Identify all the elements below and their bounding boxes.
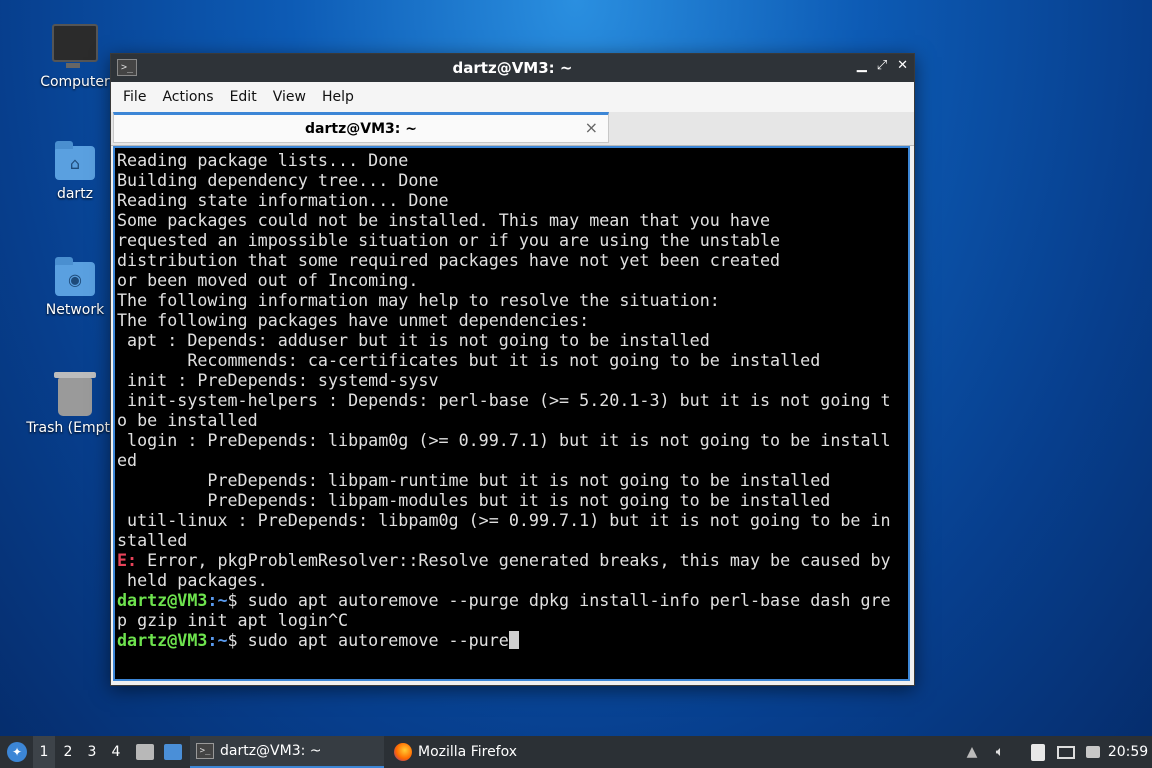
terminal-line: apt : Depends: adduser but it is not goi… — [117, 330, 710, 350]
terminal-line: distribution that some required packages… — [117, 250, 781, 270]
terminal-line: login : PreDepends: libpam0g (>= 0.99.7.… — [117, 430, 891, 450]
trash-icon — [54, 372, 96, 416]
prompt-path: :~ — [207, 590, 228, 610]
prompt-user: dartz@VM3 — [117, 590, 208, 610]
terminal-line: Recommends: ca-certificates but it is no… — [117, 350, 821, 370]
terminal-line: Reading package lists... Done — [117, 150, 409, 170]
taskbar-app-label: dartz@VM3: ~ — [220, 743, 322, 759]
maximize-icon[interactable]: ⤢ — [877, 58, 887, 73]
terminal-line: util-linux : PreDepends: libpam0g (>= 0.… — [117, 510, 891, 530]
desktop-icon — [164, 744, 182, 760]
volume-icon[interactable]: 🔈︎ — [990, 736, 1010, 768]
tray-upload-icon[interactable]: ▲ — [962, 736, 982, 768]
terminal-line: Some packages could not be installed. Th… — [117, 210, 771, 230]
command-input[interactable]: sudo apt autoremove --pure — [238, 630, 509, 650]
terminal-line: PreDepends: libpam-runtime but it is not… — [117, 470, 831, 490]
terminal-line: init : PreDepends: systemd-sysv — [117, 370, 439, 390]
file-manager-icon — [136, 744, 154, 760]
menu-help[interactable]: Help — [314, 89, 362, 105]
terminal-line: ed — [117, 450, 138, 470]
command-line: dartz@VM3:~$ sudo apt autoremove --purge… — [117, 590, 908, 610]
tab-close-icon[interactable]: × — [585, 118, 598, 137]
menu-file[interactable]: File — [115, 89, 154, 105]
taskbar-app-terminal[interactable]: >_ dartz@VM3: ~ — [190, 736, 384, 768]
window-title: dartz@VM3: ~ — [452, 59, 573, 77]
show-desktop-launcher[interactable] — [162, 736, 184, 768]
terminal-line: requested an impossible situation or if … — [117, 230, 781, 250]
taskbar-app-label: Mozilla Firefox — [418, 744, 518, 760]
clock[interactable]: 20:59 — [1108, 736, 1148, 768]
terminal-line: The following information may help to re… — [117, 290, 720, 310]
menu-bar: File Actions Edit View Help — [111, 82, 914, 112]
terminal-line: init-system-helpers : Depends: perl-base… — [117, 390, 891, 410]
window-titlebar[interactable]: >_ dartz@VM3: ~ ▁ ⤢ ✕ — [111, 54, 914, 82]
error-prefix: E: — [117, 550, 138, 570]
workspace-1[interactable]: 1 — [33, 736, 55, 768]
taskbar: ✦ 1 2 3 4 >_ dartz@VM3: ~ Mozilla Firefo… — [0, 736, 1152, 768]
text-cursor — [508, 631, 519, 649]
computer-icon — [52, 24, 98, 68]
app-menu-icon: ✦ — [7, 742, 27, 762]
terminal-line: held packages. — [117, 570, 268, 590]
terminal-output[interactable]: Reading package lists... Done Building d… — [113, 146, 910, 681]
workspace-2[interactable]: 2 — [57, 736, 79, 768]
notifications-icon[interactable] — [1084, 736, 1102, 768]
error-text: Error, pkgProblemResolver::Resolve gener… — [137, 550, 891, 570]
tab-label: dartz@VM3: ~ — [305, 121, 417, 137]
terminal-line: The following packages have unmet depend… — [117, 310, 590, 330]
terminal-line: p gzip init apt login^C — [117, 610, 349, 630]
terminal-line: Reading state information... Done — [117, 190, 449, 210]
prompt-path: :~ — [207, 630, 228, 650]
command-line[interactable]: dartz@VM3:~$ sudo apt autoremove --pure — [117, 630, 908, 650]
prompt-symbol: $ — [227, 630, 238, 650]
clipboard-icon[interactable] — [1028, 736, 1048, 768]
terminal-line: PreDepends: libpam-modules but it is not… — [117, 490, 831, 510]
firefox-icon — [394, 743, 412, 761]
menu-actions[interactable]: Actions — [154, 89, 221, 105]
taskbar-app-firefox[interactable]: Mozilla Firefox — [394, 736, 594, 768]
terminal-window: >_ dartz@VM3: ~ ▁ ⤢ ✕ File Actions Edit … — [110, 53, 915, 686]
network-icon[interactable] — [1055, 736, 1077, 768]
tab-terminal[interactable]: dartz@VM3: ~ × — [113, 112, 609, 143]
error-line: E: Error, pkgProblemResolver::Resolve ge… — [117, 550, 908, 570]
network-folder-icon: ◉ — [55, 257, 95, 296]
tab-bar: dartz@VM3: ~ × — [111, 112, 914, 146]
command-text: sudo apt autoremove --purge dpkg install… — [237, 590, 891, 610]
terminal-line: stalled — [117, 530, 188, 550]
terminal-line: or been moved out of Incoming. — [117, 270, 419, 290]
prompt-symbol: $ — [227, 590, 238, 610]
terminal-line: Building dependency tree... Done — [117, 170, 439, 190]
menu-view[interactable]: View — [265, 89, 314, 105]
workspace-4[interactable]: 4 — [105, 736, 127, 768]
terminal-line: o be installed — [117, 410, 258, 430]
file-manager-launcher[interactable] — [134, 736, 156, 768]
start-menu-button[interactable]: ✦ — [4, 736, 30, 768]
terminal-icon: >_ — [196, 743, 214, 759]
home-folder-icon: ⌂ — [55, 141, 95, 180]
close-icon[interactable]: ✕ — [897, 58, 908, 73]
menu-edit[interactable]: Edit — [222, 89, 265, 105]
workspace-3[interactable]: 3 — [81, 736, 103, 768]
prompt-user: dartz@VM3 — [117, 630, 208, 650]
minimize-icon[interactable]: ▁ — [857, 58, 867, 73]
